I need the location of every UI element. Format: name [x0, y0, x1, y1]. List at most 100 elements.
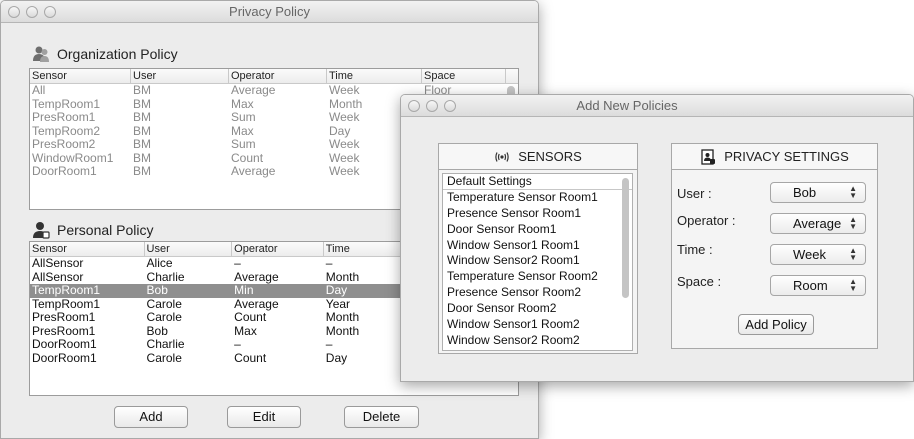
personal-user-icon	[33, 222, 50, 239]
table-cell: Charlie	[146, 270, 185, 284]
time-select-value: Week	[793, 247, 826, 262]
table-cell: PresRoom2	[32, 138, 96, 151]
sensor-list-item[interactable]: Window Sensor1 Room1	[443, 238, 632, 254]
table-cell: WindowRoom1	[32, 151, 114, 165]
privacy-settings-header: PRIVACY SETTINGS	[672, 144, 877, 170]
user-select-value: Bob	[793, 185, 817, 200]
sensors-list[interactable]: Default Settings Temperature Sensor Room1…	[442, 173, 633, 351]
table-cell: BM	[133, 84, 151, 97]
table-cell: Sum	[231, 111, 256, 124]
window-controls	[8, 6, 56, 18]
table-cell: BM	[133, 97, 151, 111]
close-window-button[interactable]	[8, 6, 20, 18]
privacy-settings-panel: PRIVACY SETTINGS User : Bob ▲ ▼ Operator …	[671, 143, 878, 349]
table-cell: Max	[234, 324, 257, 338]
sensor-waves-icon	[495, 151, 509, 162]
table-cell: TempRoom1	[32, 97, 101, 111]
table-cell: PresRoom1	[32, 324, 96, 338]
table-cell: BM	[133, 138, 151, 151]
sensors-panel: SENSORS Default Settings Temperature Sens…	[438, 143, 638, 354]
table-cell: Charlie	[146, 338, 185, 351]
table-cell: BM	[133, 124, 151, 138]
space-select-value: Room	[793, 278, 828, 293]
table-cell: Carole	[146, 311, 182, 324]
column-header-time[interactable]: Time	[327, 69, 422, 83]
table-cell: Average	[231, 165, 276, 178]
minimize-window-button[interactable]	[26, 6, 38, 18]
table-cell: DoorRoom1	[32, 165, 97, 178]
table-cell: Bob	[146, 284, 168, 297]
privacy-settings-header-label: PRIVACY SETTINGS	[724, 149, 849, 164]
table-cell: Count	[234, 351, 267, 365]
time-label: Time :	[677, 242, 713, 257]
table-cell: –	[234, 338, 241, 351]
window-controls	[408, 100, 456, 112]
window-title: Add New Policies	[576, 98, 678, 113]
zoom-window-button[interactable]	[44, 6, 56, 18]
table-cell: PresRoom1	[32, 111, 96, 124]
column-header-user[interactable]: User	[145, 242, 233, 256]
column-header-space[interactable]: Space	[422, 69, 506, 83]
default-settings-item[interactable]: Default Settings	[443, 174, 632, 190]
sensor-list-item[interactable]: Door Sensor Room2	[443, 301, 632, 317]
table-cell: PresRoom1	[32, 311, 96, 324]
operator-select[interactable]: Average ▲ ▼	[770, 213, 866, 234]
table-cell: BM	[133, 111, 151, 124]
table-cell: Bob	[146, 324, 168, 338]
sensor-list-item[interactable]: Presence Sensor Room1	[443, 206, 632, 222]
sensor-list-item[interactable]: Window Sensor2 Room1	[443, 253, 632, 269]
operator-select-value: Average	[793, 216, 842, 231]
table-cell: AllSensor	[32, 257, 84, 270]
column-header-sensor[interactable]: Sensor	[30, 242, 145, 256]
chevron-up-down-icon: ▲ ▼	[849, 246, 857, 262]
sensor-list-item[interactable]: Window Sensor1 Room2	[443, 317, 632, 333]
table-cell: TempRoom1	[32, 297, 101, 311]
table-cell: Count	[234, 311, 267, 324]
add-button[interactable]: Add	[114, 406, 188, 428]
add-policy-button[interactable]: Add Policy	[738, 314, 814, 335]
sensor-list-item[interactable]: Door Sensor Room1	[443, 222, 632, 238]
table-cell: Carole	[146, 297, 182, 311]
user-select[interactable]: Bob ▲ ▼	[770, 182, 866, 203]
sensor-list-item[interactable]: Window Sensor2 Room2	[443, 333, 632, 349]
close-window-button[interactable]	[408, 100, 420, 112]
column-header-sensor[interactable]: Sensor	[30, 69, 131, 83]
privacy-settings-icon	[701, 148, 716, 165]
add-policies-titlebar[interactable]: Add New Policies	[401, 95, 913, 117]
chevron-up-down-icon: ▲ ▼	[849, 215, 857, 231]
zoom-window-button[interactable]	[444, 100, 456, 112]
sensor-list-item[interactable]: Presence Sensor Room2	[443, 285, 632, 301]
table-cell: Average	[231, 84, 276, 97]
table-cell: BM	[133, 151, 151, 165]
user-label: User :	[677, 186, 712, 201]
window-title: Privacy Policy	[229, 4, 310, 19]
chevron-up-down-icon: ▲ ▼	[849, 184, 857, 200]
table-header: Sensor User Operator Time Space	[30, 69, 518, 84]
time-select[interactable]: Week ▲ ▼	[770, 244, 866, 265]
privacy-policy-titlebar[interactable]: Privacy Policy	[1, 1, 538, 23]
space-label: Space :	[677, 274, 722, 289]
column-header-operator[interactable]: Operator	[232, 242, 324, 256]
table-cell: AllSensor	[32, 270, 84, 284]
table-cell: Average	[234, 297, 279, 311]
edit-button[interactable]: Edit	[227, 406, 301, 428]
minimize-window-button[interactable]	[426, 100, 438, 112]
column-header-user[interactable]: User	[131, 69, 229, 83]
table-cell: DoorRoom1	[32, 338, 97, 351]
sensor-list-item[interactable]: Temperature Sensor Room1	[443, 190, 632, 206]
sensor-list-item[interactable]: Temperature Sensor Room2	[443, 269, 632, 285]
space-select[interactable]: Room ▲ ▼	[770, 275, 866, 296]
sensors-list-scrollbar[interactable]	[622, 178, 629, 298]
table-cell: All	[32, 84, 46, 97]
delete-button[interactable]: Delete	[344, 406, 419, 428]
table-cell: Max	[231, 124, 254, 138]
table-cell: Carole	[146, 351, 182, 365]
sensors-header: SENSORS	[439, 144, 637, 170]
personal-policy-label: Personal Policy	[57, 222, 154, 238]
table-cell: BM	[133, 165, 151, 178]
table-cell: TempRoom1	[32, 284, 101, 297]
table-cell: Max	[231, 97, 254, 111]
column-header-operator[interactable]: Operator	[229, 69, 327, 83]
personal-policy-title: Personal Policy	[31, 220, 154, 240]
add-new-policies-window: Add New Policies SENSORS Default Setting…	[400, 94, 914, 382]
